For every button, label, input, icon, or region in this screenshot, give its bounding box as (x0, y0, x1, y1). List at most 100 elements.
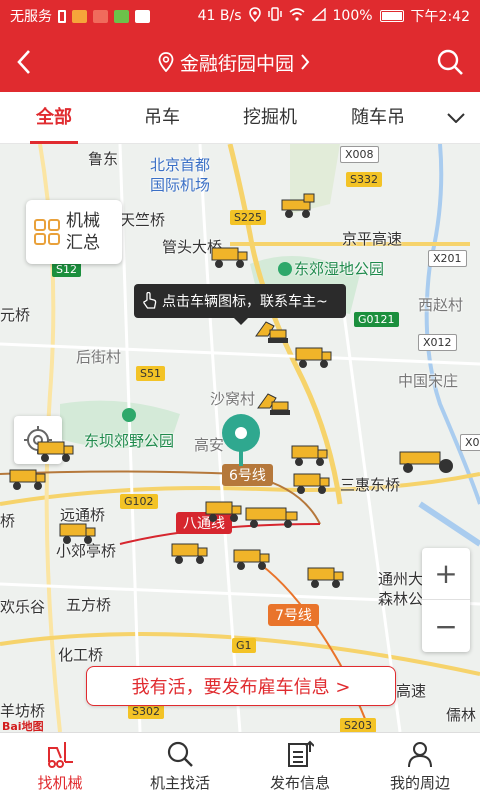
truck-marker-icon[interactable] (170, 536, 210, 566)
truck-marker-icon[interactable] (292, 466, 332, 496)
truck-marker-icon[interactable] (306, 560, 346, 590)
park-icon (122, 408, 136, 422)
location-title: 金融街园中园 (179, 52, 294, 75)
map-label: 森林公 (378, 590, 424, 608)
road-tag: G102 (120, 494, 158, 509)
app-notification-icon (135, 9, 150, 23)
vibrate-icon (267, 7, 282, 25)
status-bar: 无服务 41 B/s 100% 下午2:42 (0, 0, 480, 32)
tab-excavator[interactable]: 挖掘机 (216, 92, 324, 144)
nav-label: 找机械 (37, 774, 83, 792)
forklift-icon (48, 742, 73, 768)
nav-label: 我的周边 (389, 774, 450, 792)
map-label: 元桥 (0, 306, 31, 324)
summary-line1: 机械 (66, 211, 100, 231)
map-label: 五方桥 (66, 596, 112, 614)
usb-icon (58, 9, 66, 23)
search-icon (167, 741, 193, 767)
nav-publish-info[interactable]: 发布信息 (240, 733, 360, 800)
carrier-text: 无服务 (10, 9, 52, 25)
location-selector[interactable]: 金融街园中园 (48, 49, 420, 76)
location-pin-icon (158, 52, 174, 72)
hand-pointer-icon (143, 292, 157, 309)
map-tooltip: 点击车辆图标，联系车主~ (134, 284, 346, 325)
excavator-marker-icon[interactable] (252, 316, 292, 346)
search-button[interactable] (420, 32, 480, 92)
map-label: 东郊湿地公园 (294, 260, 385, 278)
network-speed: 41 B/s (197, 8, 242, 24)
publish-hire-banner[interactable]: 我有活，要发布雇车信息 > (86, 666, 396, 706)
nav-label: 机主找活 (149, 774, 210, 792)
map-view[interactable]: 鲁东 北京首都 国际机场 天竺桥 管头大桥 京平高速 东郊湿地公园 西赵村 元桥… (0, 144, 480, 732)
map-label: 鲁东 (88, 150, 119, 168)
metro-line-tag: 7号线 (268, 604, 319, 626)
road-tag: X01 (460, 434, 480, 451)
location-status-icon (248, 6, 261, 26)
map-label: 儒林 (446, 706, 477, 724)
map-label: 三惠东桥 (340, 476, 401, 494)
road-tag: X201 (428, 250, 467, 267)
nav-label: 发布信息 (269, 774, 330, 792)
clock: 下午2:42 (410, 9, 470, 25)
chevron-down-icon (447, 112, 465, 123)
map-label: 化工桥 (58, 646, 104, 664)
tab-truck-crane[interactable]: 随车吊 (324, 92, 432, 144)
map-label: 中国宋庄 (398, 372, 459, 390)
person-icon (408, 742, 432, 768)
app-notification-icon (72, 9, 87, 23)
tab-crane[interactable]: 吊车 (108, 92, 216, 144)
truck-marker-icon[interactable] (210, 240, 250, 270)
truck-marker-icon[interactable] (204, 494, 244, 524)
map-label: 北京首都 (150, 156, 211, 174)
truck-marker-icon[interactable] (58, 516, 98, 546)
document-upload-icon (288, 740, 314, 767)
truck-marker-icon[interactable] (36, 434, 76, 464)
excavator-marker-icon[interactable] (280, 190, 320, 220)
truck-marker-icon[interactable] (232, 542, 272, 572)
app-header: 金融街园中园 (0, 32, 480, 92)
map-label: 国际机场 (150, 176, 211, 194)
map-label: 后街村 (76, 348, 122, 366)
roller-marker-icon[interactable] (396, 444, 460, 474)
map-label: 欢乐谷 (0, 598, 46, 616)
tooltip-text: 点击车辆图标，联系车主~ (162, 294, 328, 310)
road-tag: X008 (340, 146, 379, 163)
truck-marker-icon[interactable] (294, 340, 334, 370)
road-tag: S302 (128, 704, 164, 719)
road-tag: S332 (346, 172, 382, 187)
nav-owner-find-work[interactable]: 机主找活 (120, 733, 240, 800)
excavator-marker-icon[interactable] (254, 388, 294, 418)
current-location-pin (220, 412, 262, 472)
chevron-right-icon (301, 54, 310, 70)
more-tabs-button[interactable] (432, 92, 480, 144)
map-label: 西赵村 (418, 296, 464, 314)
road-tag: S51 (136, 366, 165, 381)
map-pin-icon (222, 414, 260, 466)
summary-line2: 汇总 (66, 233, 100, 253)
zoom-out-button[interactable]: − (422, 600, 470, 652)
park-icon (278, 262, 292, 276)
nav-find-machine[interactable]: 找机械 (0, 733, 120, 800)
search-icon (437, 49, 463, 75)
nav-my-nearby[interactable]: 我的周边 (360, 733, 480, 800)
zoom-in-button[interactable]: + (422, 548, 470, 600)
tab-all[interactable]: 全部 (0, 92, 108, 144)
signal-icon (310, 6, 326, 25)
map-label: 东坝郊野公园 (84, 432, 175, 450)
truck-marker-icon[interactable] (244, 500, 300, 530)
truck-marker-icon[interactable] (290, 438, 330, 468)
road-tag: S12 (52, 262, 81, 277)
map-label: 沙窝村 (210, 390, 256, 408)
road-tag: S203 (340, 718, 376, 732)
map-label: 天竺桥 (120, 211, 166, 229)
road-tag: G1 (232, 638, 256, 653)
truck-marker-icon[interactable] (8, 462, 48, 492)
chevron-left-icon (17, 50, 30, 74)
category-tabs: 全部 吊车 挖掘机 随车吊 (0, 92, 480, 144)
zoom-controls: + − (422, 548, 470, 652)
app-notification-icon (114, 9, 129, 23)
road-tag: G0121 (354, 312, 399, 327)
machine-summary-button[interactable]: 机械 汇总 (26, 200, 122, 264)
bottom-navigation: 找机械 机主找活 发布信息 我的周边 (0, 732, 480, 800)
back-button[interactable] (0, 32, 48, 92)
